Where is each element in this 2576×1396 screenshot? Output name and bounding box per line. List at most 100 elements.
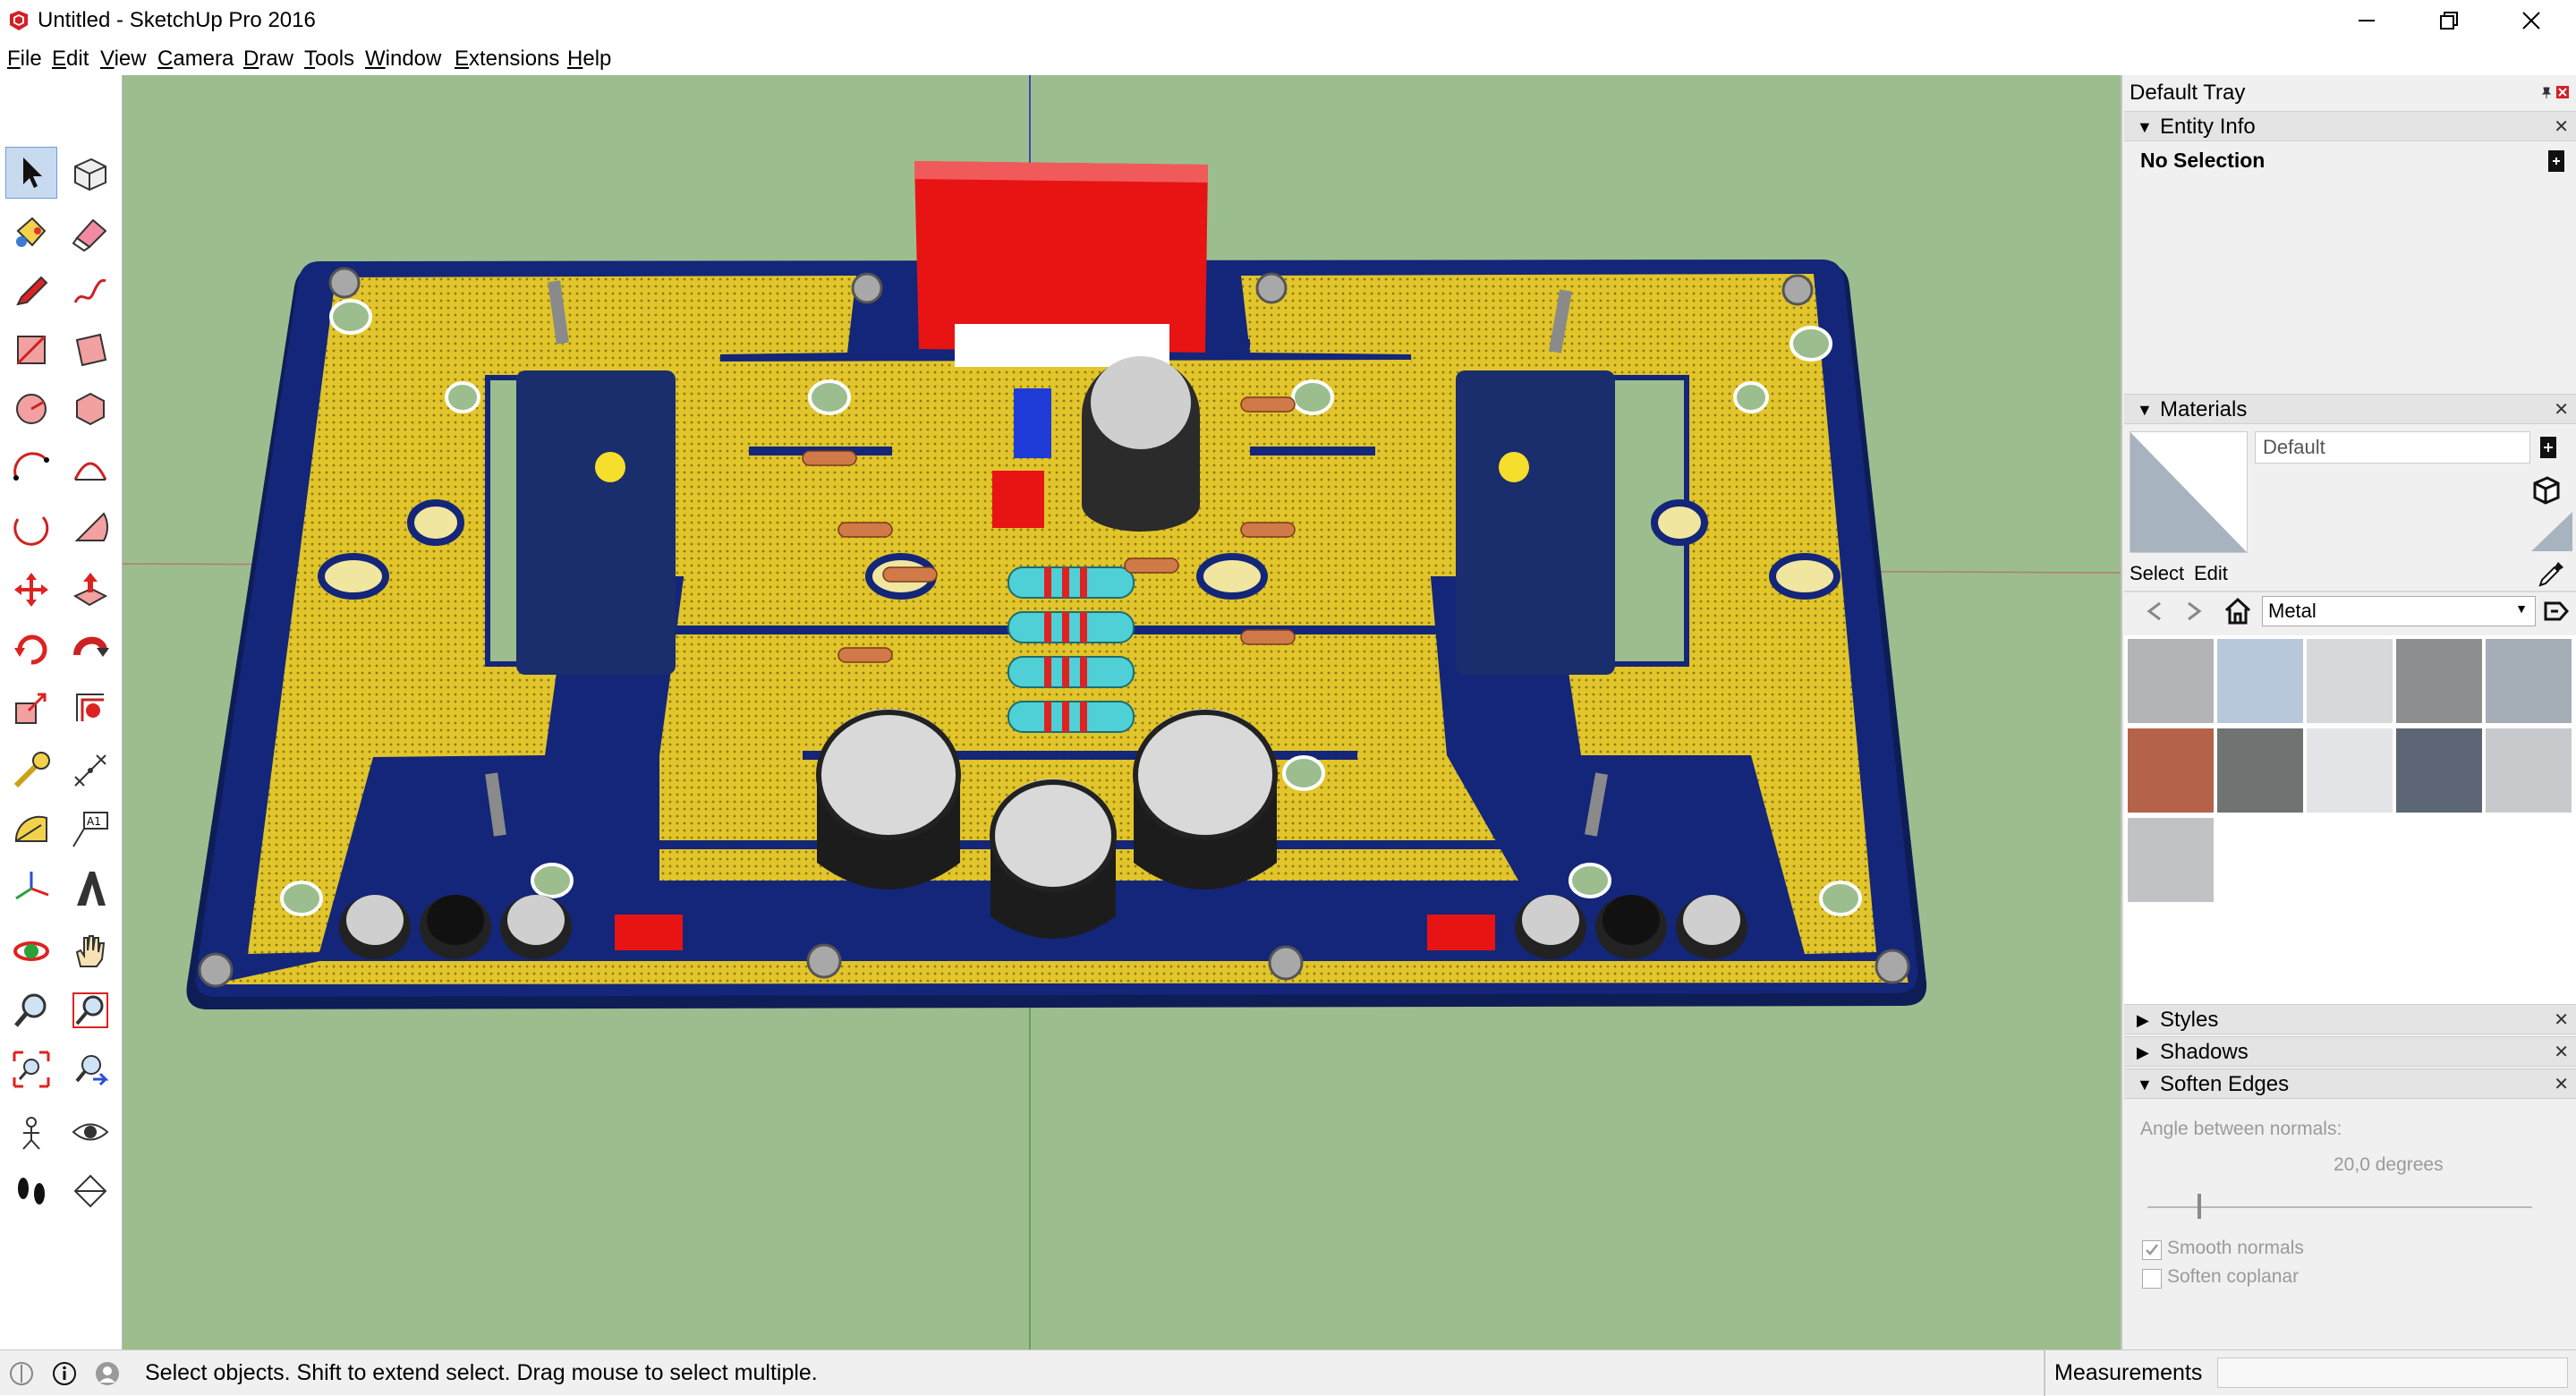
material-swatch[interactable] (2486, 639, 2572, 723)
info-icon[interactable] (52, 1361, 77, 1386)
dimension-tool-button[interactable] (64, 745, 116, 796)
freehand-tool-button[interactable] (64, 265, 116, 317)
menu-view[interactable]: View (100, 46, 147, 72)
pin-icon[interactable] (2540, 86, 2553, 98)
panel-close-icon[interactable]: ✕ (2554, 398, 2569, 421)
panel-close-icon[interactable]: ✕ (2554, 1009, 2569, 1031)
menu-edit[interactable]: Edit (52, 46, 89, 72)
push-pull-button[interactable] (64, 564, 116, 616)
menu-extensions[interactable]: Extensions (455, 46, 559, 72)
material-swatch[interactable] (2396, 639, 2482, 723)
smooth-normals-checkbox[interactable] (2142, 1240, 2162, 1260)
look-around-button[interactable] (64, 1106, 116, 1158)
home-icon[interactable] (2223, 596, 2253, 626)
material-swatch[interactable] (2128, 728, 2214, 813)
orbit-tool-button[interactable] (5, 925, 57, 977)
drawing-viewport[interactable] (123, 75, 2121, 1349)
entity-selection-status: No Selection (2140, 149, 2266, 172)
position-camera-button[interactable] (5, 1106, 57, 1158)
eraser-button[interactable] (64, 206, 116, 258)
details-arrow-icon[interactable] (2542, 598, 2569, 625)
menu-window[interactable]: Window (365, 46, 441, 72)
forward-arrow-icon[interactable] (2181, 598, 2208, 625)
two-point-arc-button[interactable] (64, 442, 116, 494)
pan-tool-button[interactable] (64, 925, 116, 977)
material-swatch[interactable] (2217, 728, 2303, 813)
zoom-extents-button[interactable] (5, 1043, 57, 1095)
material-swatch[interactable] (2128, 639, 2214, 723)
status-message: Select objects. Shift to extend select. … (145, 1360, 818, 1385)
protractor-icon (14, 815, 47, 842)
sample-paint-eyedropper-icon[interactable] (2535, 558, 2565, 589)
menu-file[interactable]: File (7, 46, 42, 72)
rotated-rectangle-button[interactable] (64, 324, 116, 376)
angle-slider-track[interactable] (2147, 1206, 2532, 1208)
material-swatch[interactable] (2217, 639, 2303, 723)
styles-panel-header[interactable]: ▶ Styles ✕ (2124, 1004, 2576, 1034)
arc-tool-button[interactable] (5, 442, 57, 494)
shadows-panel-header[interactable]: ▶ Shadows ✕ (2124, 1036, 2576, 1067)
move-tool-button[interactable] (5, 564, 57, 616)
eraser-icon (72, 218, 107, 252)
two-point-arc-icon (73, 462, 107, 481)
back-arrow-icon[interactable] (2140, 598, 2167, 625)
tray-close-icon[interactable] (2556, 86, 2569, 98)
panel-close-icon[interactable]: ✕ (2554, 115, 2569, 138)
scale-tool-button[interactable] (5, 682, 57, 734)
display-secondary-icon[interactable] (2531, 512, 2572, 551)
tab-edit[interactable]: Edit (2194, 562, 2228, 585)
menu-help[interactable]: Help (567, 46, 611, 72)
walk-tool-button[interactable] (5, 1165, 57, 1217)
entity-details-icon[interactable] (2546, 149, 2566, 174)
panel-close-icon[interactable]: ✕ (2554, 1041, 2569, 1063)
previous-view-button[interactable] (64, 1043, 116, 1095)
rectangle-tool-button[interactable] (5, 324, 57, 376)
material-swatch[interactable] (2486, 728, 2572, 813)
material-swatch[interactable] (2307, 639, 2393, 723)
select-tool-button[interactable] (5, 147, 57, 199)
angle-slider-thumb[interactable] (2198, 1194, 2201, 1219)
tape-measure-button[interactable] (5, 745, 57, 796)
material-library-dropdown[interactable]: Metal ▼ (2262, 596, 2536, 626)
make-component-button[interactable] (64, 147, 116, 199)
material-cube-icon[interactable] (2531, 474, 2562, 505)
material-swatch-grid (2124, 635, 2576, 1020)
menu-camera[interactable]: Camera (157, 46, 234, 72)
menu-draw[interactable]: Draw (243, 46, 293, 72)
close-button[interactable] (2491, 0, 2572, 41)
pie-tool-button[interactable] (64, 501, 116, 553)
rotate-tool-button[interactable] (5, 623, 57, 675)
geo-location-icon[interactable] (9, 1361, 34, 1386)
soften-edges-panel-header[interactable]: ▼ Soften Edges ✕ (2124, 1068, 2576, 1099)
follow-me-button[interactable] (64, 623, 116, 675)
material-swatch[interactable] (2307, 728, 2393, 813)
zoom-tool-button[interactable] (5, 984, 57, 1036)
text-tool-button[interactable]: A1 (64, 804, 116, 855)
panel-close-icon[interactable]: ✕ (2554, 1073, 2569, 1095)
restore-button[interactable] (2409, 0, 2489, 41)
menu-tools[interactable]: Tools (304, 46, 354, 72)
protractor-button[interactable] (5, 804, 57, 855)
material-swatch[interactable] (2396, 728, 2482, 813)
title-bar: Untitled - SketchUp Pro 2016 (0, 0, 2576, 41)
create-material-icon[interactable] (2538, 435, 2558, 460)
three-point-arc-button[interactable] (5, 501, 57, 553)
line-tool-button[interactable] (5, 265, 57, 317)
zoom-window-button[interactable] (64, 984, 116, 1036)
3d-text-button[interactable] (64, 863, 116, 915)
tab-select[interactable]: Select (2130, 562, 2184, 585)
user-account-icon[interactable] (95, 1361, 120, 1386)
minimize-button[interactable] (2326, 0, 2407, 41)
measurements-input[interactable] (2217, 1358, 2568, 1388)
entity-info-panel-header[interactable]: ▼ Entity Info ✕ (2124, 111, 2576, 141)
section-plane-button[interactable] (64, 1165, 116, 1217)
soften-coplanar-checkbox[interactable] (2142, 1269, 2162, 1289)
material-name-field[interactable]: Default (2255, 431, 2530, 464)
axes-tool-button[interactable] (5, 863, 57, 915)
offset-tool-button[interactable] (64, 682, 116, 734)
material-swatch[interactable] (2128, 818, 2214, 902)
paint-bucket-button[interactable] (5, 206, 57, 258)
materials-panel-header[interactable]: ▼ Materials ✕ (2124, 394, 2576, 424)
polygon-tool-button[interactable] (64, 383, 116, 435)
circle-tool-button[interactable] (5, 383, 57, 435)
